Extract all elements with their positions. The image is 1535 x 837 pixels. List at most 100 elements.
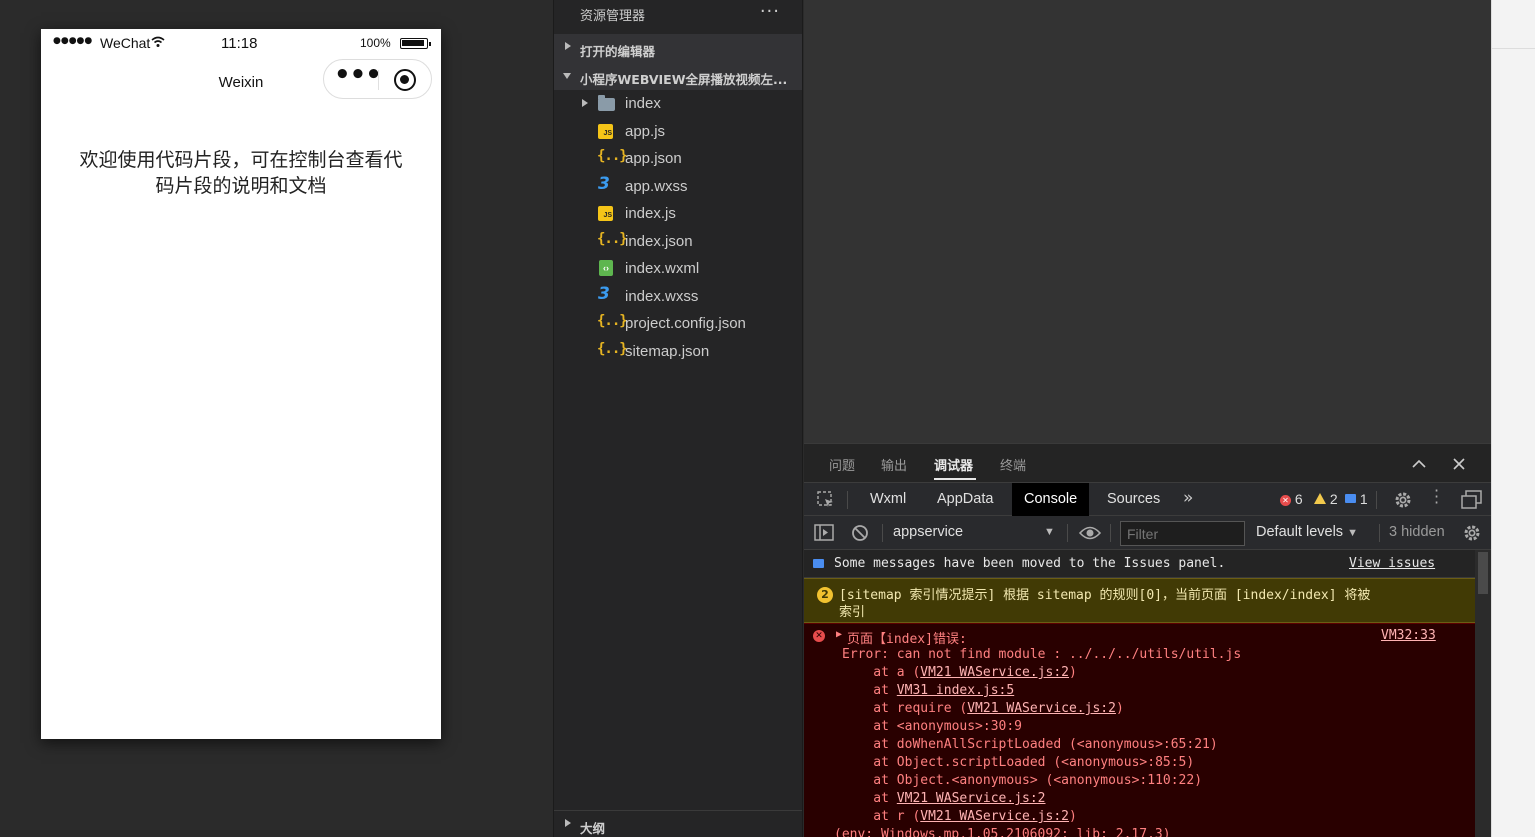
info-counter[interactable]: 1 <box>1345 491 1368 507</box>
error-source-link[interactable]: VM32:33 <box>1381 628 1436 643</box>
file-name: sitemap.json <box>625 343 710 360</box>
tree-file[interactable]: {..} app.json <box>554 145 802 172</box>
console-error-message: ✕ ▶ 页面【index]错误: VM32:33 Error: can not … <box>804 623 1475 837</box>
phone-screen: ●●●●● WeChat 11:18 100% Weixin ••• 欢迎使用代… <box>41 29 441 739</box>
warning-counter[interactable]: 2 <box>1314 491 1338 507</box>
file-name: index.wxss <box>625 288 699 305</box>
info-icon <box>813 559 824 568</box>
json-file-icon: {..} <box>597 231 628 247</box>
welcome-text: 欢迎使用代码片段，可在控制台查看代码片段的说明和文档 <box>79 149 403 197</box>
outline-label: 大纲 <box>580 821 606 836</box>
editor-area <box>804 0 1491 443</box>
open-editors-section[interactable]: 打开的编辑器 <box>554 34 802 62</box>
error-counter[interactable]: ✕ 6 <box>1280 491 1303 507</box>
js-file-icon: JS <box>598 206 613 221</box>
active-tab-indicator <box>934 478 976 480</box>
tree-file[interactable]: {..} sitemap.json <box>554 338 802 365</box>
css-file-icon: 3 <box>598 174 610 194</box>
tree-file[interactable]: {..} project.config.json <box>554 310 802 337</box>
close-target-icon[interactable] <box>394 69 416 91</box>
js-file-icon: JS <box>598 124 613 139</box>
chevron-right-icon <box>565 42 571 50</box>
stack-frame-link[interactable]: VM21 WAService.js:2 <box>920 665 1069 680</box>
dropdown-arrow-icon[interactable]: ▼ <box>1044 526 1055 538</box>
phone-nav-bar: Weixin ••• <box>41 57 441 109</box>
context-select[interactable]: appservice <box>893 524 963 540</box>
open-editors-label: 打开的编辑器 <box>580 44 656 59</box>
settings-gear-icon[interactable] <box>1393 490 1413 510</box>
kebab-menu-icon[interactable]: · · · <box>1434 483 1439 511</box>
stack-frame: at doWhenAllScriptLoaded (<anonymous>:65… <box>842 737 1218 752</box>
chevron-down-icon <box>563 73 571 79</box>
file-name: index.wxml <box>625 260 700 277</box>
json-file-icon: {..} <box>597 313 628 329</box>
stack-frame-link[interactable]: VM21 WAService.js:2 <box>920 809 1069 824</box>
tree-file[interactable]: {..} index.json <box>554 228 802 255</box>
toolbar-divider <box>1067 524 1068 542</box>
tab-problems[interactable]: 问题 <box>829 455 855 474</box>
bottom-panel: 问题 输出 调试器 终端 Wxml AppData Console Source… <box>804 443 1491 837</box>
stack-frame: at require (VM21 WAService.js:2) <box>842 701 1124 716</box>
scrollbar-thumb[interactable] <box>1478 552 1488 594</box>
tab-output[interactable]: 输出 <box>881 455 907 474</box>
stack-frame: at a (VM21 WAService.js:2) <box>842 665 1077 680</box>
info-text: Some messages have been moved to the Iss… <box>834 556 1226 571</box>
project-section[interactable]: 小程序WEBVIEW全屏播放视频左... <box>554 62 802 90</box>
tab-wxml[interactable]: Wxml <box>858 483 918 516</box>
battery-percent: 100% <box>360 36 391 50</box>
tab-console[interactable]: Console <box>1012 483 1090 516</box>
toggle-sidebar-icon[interactable] <box>814 524 834 542</box>
tab-terminal[interactable]: 终端 <box>1000 455 1026 474</box>
json-file-icon: {..} <box>597 341 628 357</box>
simulator-area: ●●●●● WeChat 11:18 100% Weixin ••• 欢迎使用代… <box>0 0 553 837</box>
error-message: Error: can not find module : ../../../ut… <box>842 647 1242 662</box>
log-levels-select[interactable]: Default levels ▼ <box>1256 524 1358 540</box>
maximize-panel-icon[interactable] <box>1412 459 1426 469</box>
clear-console-icon[interactable] <box>851 524 869 542</box>
phone-status-bar: ●●●●● WeChat 11:18 100% <box>41 29 441 57</box>
tree-file[interactable]: JS index.js <box>554 200 802 227</box>
stack-frame-link[interactable]: VM21 WAService.js:2 <box>897 791 1046 806</box>
console-scrollbar[interactable] <box>1475 550 1491 837</box>
file-name: app.js <box>625 123 666 140</box>
stack-frame: at VM31 index.js:5 <box>842 683 1015 698</box>
dropdown-arrow-icon: ▼ <box>1347 527 1358 539</box>
file-name: app.wxss <box>625 178 688 195</box>
undock-icon[interactable] <box>1461 490 1483 510</box>
console-settings-gear-icon[interactable] <box>1462 523 1482 543</box>
more-tabs-icon[interactable]: » <box>1183 488 1193 508</box>
more-dots-icon[interactable]: ••• <box>334 62 382 90</box>
toolbar-divider <box>1110 524 1111 542</box>
warning-count: 2 <box>1329 491 1338 507</box>
console-filter-input[interactable] <box>1120 521 1245 546</box>
right-edge-strip <box>1491 0 1535 837</box>
more-actions-icon[interactable]: ··· <box>760 1 780 22</box>
tree-file[interactable]: 3 app.wxss <box>554 173 802 200</box>
project-label: 小程序WEBVIEW全屏播放视频左... <box>580 72 788 87</box>
warning-text-line1: [sitemap 索引情况提示] 根据 sitemap 的规则[0]，当前页面 … <box>839 588 1371 603</box>
toolbar-divider <box>847 491 848 509</box>
info-icon <box>1345 494 1356 503</box>
wxml-file-icon: ‹› <box>599 260 613 276</box>
stack-frame: at r (VM21 WAService.js:2) <box>842 809 1077 824</box>
signal-icon: ●●●●● <box>53 36 93 46</box>
tree-file[interactable]: ‹› index.wxml <box>554 255 802 282</box>
tab-appdata[interactable]: AppData <box>925 483 1005 516</box>
tree-file[interactable]: JS app.js <box>554 118 802 145</box>
stack-frame-link[interactable]: VM21 WAService.js:2 <box>967 701 1116 716</box>
inspect-element-icon[interactable] <box>817 491 835 509</box>
view-issues-link[interactable]: View issues <box>1349 556 1435 571</box>
stack-frame: at Object.scriptLoaded (<anonymous>:85:5… <box>842 755 1195 770</box>
expand-arrow-icon[interactable]: ▶ <box>836 629 842 640</box>
log-levels-label: Default levels <box>1256 524 1344 540</box>
explorer-title: 资源管理器 <box>580 9 646 24</box>
close-panel-icon[interactable] <box>1453 458 1465 470</box>
live-expression-eye-icon[interactable] <box>1079 526 1101 540</box>
stack-frame-link[interactable]: VM31 index.js:5 <box>897 683 1014 698</box>
carrier-label: WeChat <box>100 35 151 51</box>
tab-debugger[interactable]: 调试器 <box>934 455 973 474</box>
outline-section[interactable]: 大纲 <box>554 810 802 837</box>
tree-folder-index[interactable]: index <box>554 90 802 117</box>
tab-sources[interactable]: Sources <box>1095 483 1172 516</box>
tree-file[interactable]: 3 index.wxss <box>554 283 802 310</box>
